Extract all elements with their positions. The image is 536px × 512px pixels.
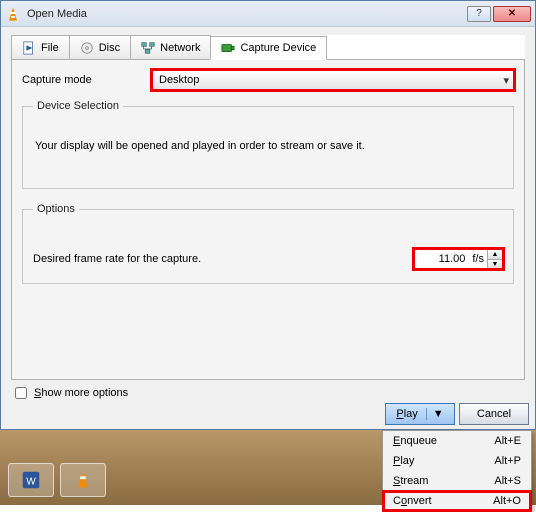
menu-convert-accel: Alt+O [493, 495, 521, 507]
menu-enqueue[interactable]: Enqueue Alt+E [383, 431, 531, 451]
titlebar[interactable]: Open Media ? ✕ [1, 1, 535, 27]
file-icon [22, 41, 36, 55]
vlc-icon [5, 6, 21, 22]
svg-text:W: W [26, 477, 36, 488]
device-selection-text: Your display will be opened and played i… [33, 122, 503, 174]
play-dropdown-toggle[interactable]: ▼ [426, 408, 444, 420]
menu-stream-accel: Alt+S [494, 475, 521, 487]
play-dropdown-menu: Enqueue Alt+E Play Alt+P Stream Alt+S Co… [382, 430, 532, 512]
capture-mode-select[interactable]: Desktop [152, 70, 514, 90]
fps-spin-down[interactable]: ▼ [488, 259, 502, 268]
help-button[interactable]: ? [467, 6, 491, 22]
options-legend: Options [33, 203, 79, 215]
open-media-window: Open Media ? ✕ File Disc Network Capture… [0, 0, 536, 430]
device-selection-legend: Device Selection [33, 100, 123, 112]
fps-unit: f/s [469, 253, 487, 265]
tab-network[interactable]: Network [130, 35, 211, 59]
disc-icon [80, 41, 94, 55]
tab-file[interactable]: File [11, 35, 70, 59]
menu-enqueue-accel: Alt+E [494, 435, 521, 447]
capture-mode-value: Desktop [159, 74, 199, 86]
fps-label: Desired frame rate for the capture. [33, 253, 414, 265]
fps-input-wrap: f/s ▲ ▼ [414, 249, 503, 269]
taskbar-app-vlc[interactable] [60, 463, 106, 497]
show-more-label: Show more options [34, 387, 128, 399]
tab-capture-label: Capture Device [240, 42, 316, 54]
fps-input[interactable] [415, 250, 469, 268]
capture-icon [221, 41, 235, 55]
cancel-label: Cancel [477, 408, 511, 420]
menu-stream[interactable]: Stream Alt+S [383, 471, 531, 491]
window-title: Open Media [27, 8, 467, 20]
show-more-options[interactable]: Show more options [11, 384, 525, 402]
taskbar-app-word[interactable]: W [8, 463, 54, 497]
close-button[interactable]: ✕ [493, 6, 531, 22]
show-more-checkbox[interactable] [15, 387, 27, 399]
tab-file-label: File [41, 42, 59, 54]
device-selection-group: Device Selection Your display will be op… [22, 100, 514, 189]
fps-spinner: ▲ ▼ [487, 250, 502, 268]
fps-spin-up[interactable]: ▲ [488, 250, 502, 259]
capture-tabpage: Capture mode Desktop Device Selection Yo… [11, 60, 525, 380]
tab-network-label: Network [160, 42, 200, 54]
menu-play-accel: Alt+P [494, 455, 521, 467]
tab-disc[interactable]: Disc [69, 35, 131, 59]
play-button[interactable]: Play ▼ [385, 403, 455, 425]
network-icon [141, 41, 155, 55]
tab-disc-label: Disc [99, 42, 120, 54]
tab-capture-device[interactable]: Capture Device [210, 36, 327, 60]
menu-convert[interactable]: Convert Alt+O [383, 491, 531, 511]
tabs: File Disc Network Capture Device [11, 35, 525, 60]
menu-play[interactable]: Play Alt+P [383, 451, 531, 471]
options-group: Options Desired frame rate for the captu… [22, 203, 514, 284]
capture-mode-label: Capture mode [22, 74, 152, 86]
cancel-button[interactable]: Cancel [459, 403, 529, 425]
